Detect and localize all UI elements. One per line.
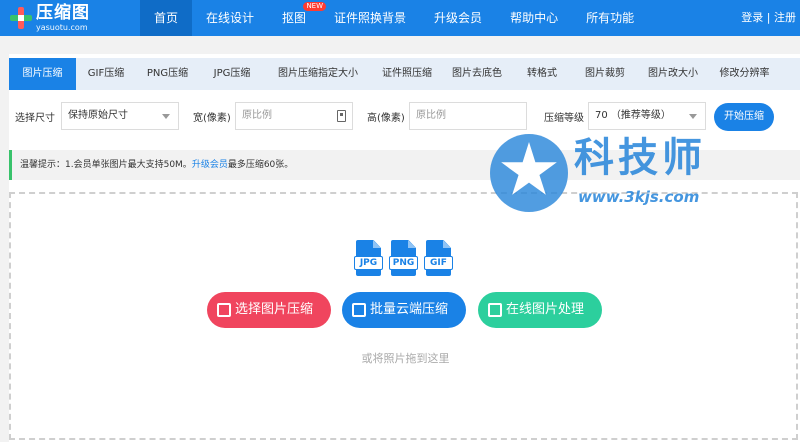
notice-suffix: 最多压缩60张。 <box>227 160 294 170</box>
logo-title: 压缩图 <box>36 2 90 23</box>
jpg-file-icon: JPG <box>354 240 383 276</box>
image-icon <box>217 303 231 317</box>
calculator-icon <box>337 110 346 122</box>
online-image-processing-button[interactable]: 在线图片处理 <box>478 292 602 328</box>
tab-png-compress[interactable]: PNG压缩 <box>136 58 199 90</box>
tab-jpg-compress[interactable]: JPG压缩 <box>199 58 265 90</box>
tab-id-photo-compress[interactable]: 证件照压缩 <box>371 58 443 90</box>
nav-help-center[interactable]: 帮助中心 <box>496 0 572 36</box>
size-label: 选择尺寸 <box>15 113 55 124</box>
level-label: 压缩等级 <box>544 113 584 124</box>
edit-image-icon <box>488 303 502 317</box>
png-file-icon: PNG <box>389 240 418 276</box>
width-placeholder: 原比例 <box>242 110 272 121</box>
tab-remove-background[interactable]: 图片去底色 <box>443 58 511 90</box>
height-placeholder: 原比例 <box>416 110 446 121</box>
tab-image-compress[interactable]: 图片压缩 <box>9 58 76 90</box>
logo-cross-icon <box>10 7 32 29</box>
level-select-value: 70 （推荐等级） <box>595 110 671 121</box>
tab-gif-compress[interactable]: GIF压缩 <box>76 58 136 90</box>
watermark-text: 科技师 <box>574 135 706 181</box>
level-select[interactable]: 70 （推荐等级） <box>588 102 706 130</box>
nav-upgrade-member[interactable]: 升级会员 <box>420 0 496 36</box>
width-label: 宽(像素) <box>193 113 231 124</box>
tab-image-resize[interactable]: 图片改大小 <box>637 58 709 90</box>
tab-compress-to-size[interactable]: 图片压缩指定大小 <box>265 58 371 90</box>
batch-cloud-compress-button[interactable]: 批量云端压缩 <box>342 292 466 328</box>
nav-all-features[interactable]: 所有功能 <box>572 0 648 36</box>
size-select[interactable]: 保持原始尺寸 <box>61 102 179 130</box>
chevron-down-icon <box>689 114 697 119</box>
compress-panel: 图片压缩 GIF压缩 PNG压缩 JPG压缩 图片压缩指定大小 证件照压缩 图片… <box>9 54 800 442</box>
nav-home[interactable]: 首页 <box>140 0 192 36</box>
chevron-down-icon <box>162 114 170 119</box>
upload-actions: 选择图片压缩 批量云端压缩 在线图片处理 <box>11 292 800 328</box>
width-input[interactable]: 原比例 <box>235 102 353 130</box>
compress-options: 选择尺寸 保持原始尺寸 宽(像素) 原比例 高(像素) 原比例 压缩等级 70 … <box>9 102 800 131</box>
login-register-link[interactable]: 登录 | 注册 <box>741 0 796 36</box>
tab-change-resolution[interactable]: 修改分辨率 <box>709 58 780 90</box>
nav-cutout-label: 抠图 <box>282 11 307 25</box>
logo-subtitle: yasuotu.com <box>36 22 88 32</box>
site-logo[interactable]: 压缩图 yasuotu.com <box>0 0 140 36</box>
watermark-url: www.3kjs.com <box>578 188 700 206</box>
gif-file-icon: GIF <box>424 240 453 276</box>
notice-text: 温馨提示：1.会员单张图片最大支持50M。 <box>20 160 192 170</box>
upload-dropzone[interactable]: JPG PNG GIF 选择图片压缩 批量云端压缩 在线图片处理 或将照片拖到这… <box>9 192 798 440</box>
top-navbar: 压缩图 yasuotu.com 首页 在线设计 抠图 NEW 证件照换背景 升级… <box>0 0 800 36</box>
nav-online-design[interactable]: 在线设计 <box>192 0 268 36</box>
tab-image-crop[interactable]: 图片裁剪 <box>573 58 637 90</box>
select-image-compress-button[interactable]: 选择图片压缩 <box>207 292 331 328</box>
height-label: 高(像素) <box>367 113 405 124</box>
file-type-icons: JPG PNG GIF <box>354 240 459 276</box>
drag-hint: 或将照片拖到这里 <box>361 352 450 365</box>
zip-icon <box>352 303 366 317</box>
nav-cutout[interactable]: 抠图 NEW <box>268 0 327 36</box>
start-compress-button[interactable]: 开始压缩 <box>714 103 774 131</box>
watermark: 科技师 www.3kjs.com <box>482 130 800 218</box>
height-input[interactable]: 原比例 <box>409 102 527 130</box>
upgrade-member-link[interactable]: 升级会员 <box>192 160 228 170</box>
watermark-star-icon <box>490 134 568 212</box>
tab-convert-format[interactable]: 转格式 <box>511 58 573 90</box>
tool-tabs: 图片压缩 GIF压缩 PNG压缩 JPG压缩 图片压缩指定大小 证件照压缩 图片… <box>9 58 800 90</box>
nav-id-photo-background[interactable]: 证件照换背景 <box>320 0 420 36</box>
main-nav: 首页 在线设计 抠图 NEW 证件照换背景 升级会员 帮助中心 所有功能 <box>140 0 648 36</box>
size-select-value: 保持原始尺寸 <box>68 110 128 121</box>
